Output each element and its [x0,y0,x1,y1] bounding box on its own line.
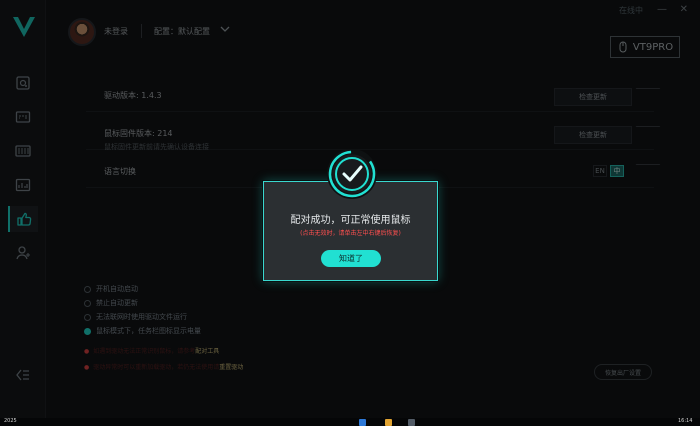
dialog-tip: (点击无效时，请单击左中右键后恢复) [300,230,401,237]
taskbar-app-icon[interactable] [408,419,415,426]
taskbar-app-icon[interactable] [359,419,366,426]
ok-button[interactable]: 知道了 [321,250,381,267]
taskbar-left-text: 2025 [4,418,17,424]
taskbar: 2025 16:14 [0,418,700,426]
taskbar-app-icon[interactable] [385,419,392,426]
check-circle-icon [327,149,377,199]
taskbar-clock: 16:14 [678,418,693,424]
dialog-title: 配对成功，可正常使用鼠标 [290,215,411,226]
